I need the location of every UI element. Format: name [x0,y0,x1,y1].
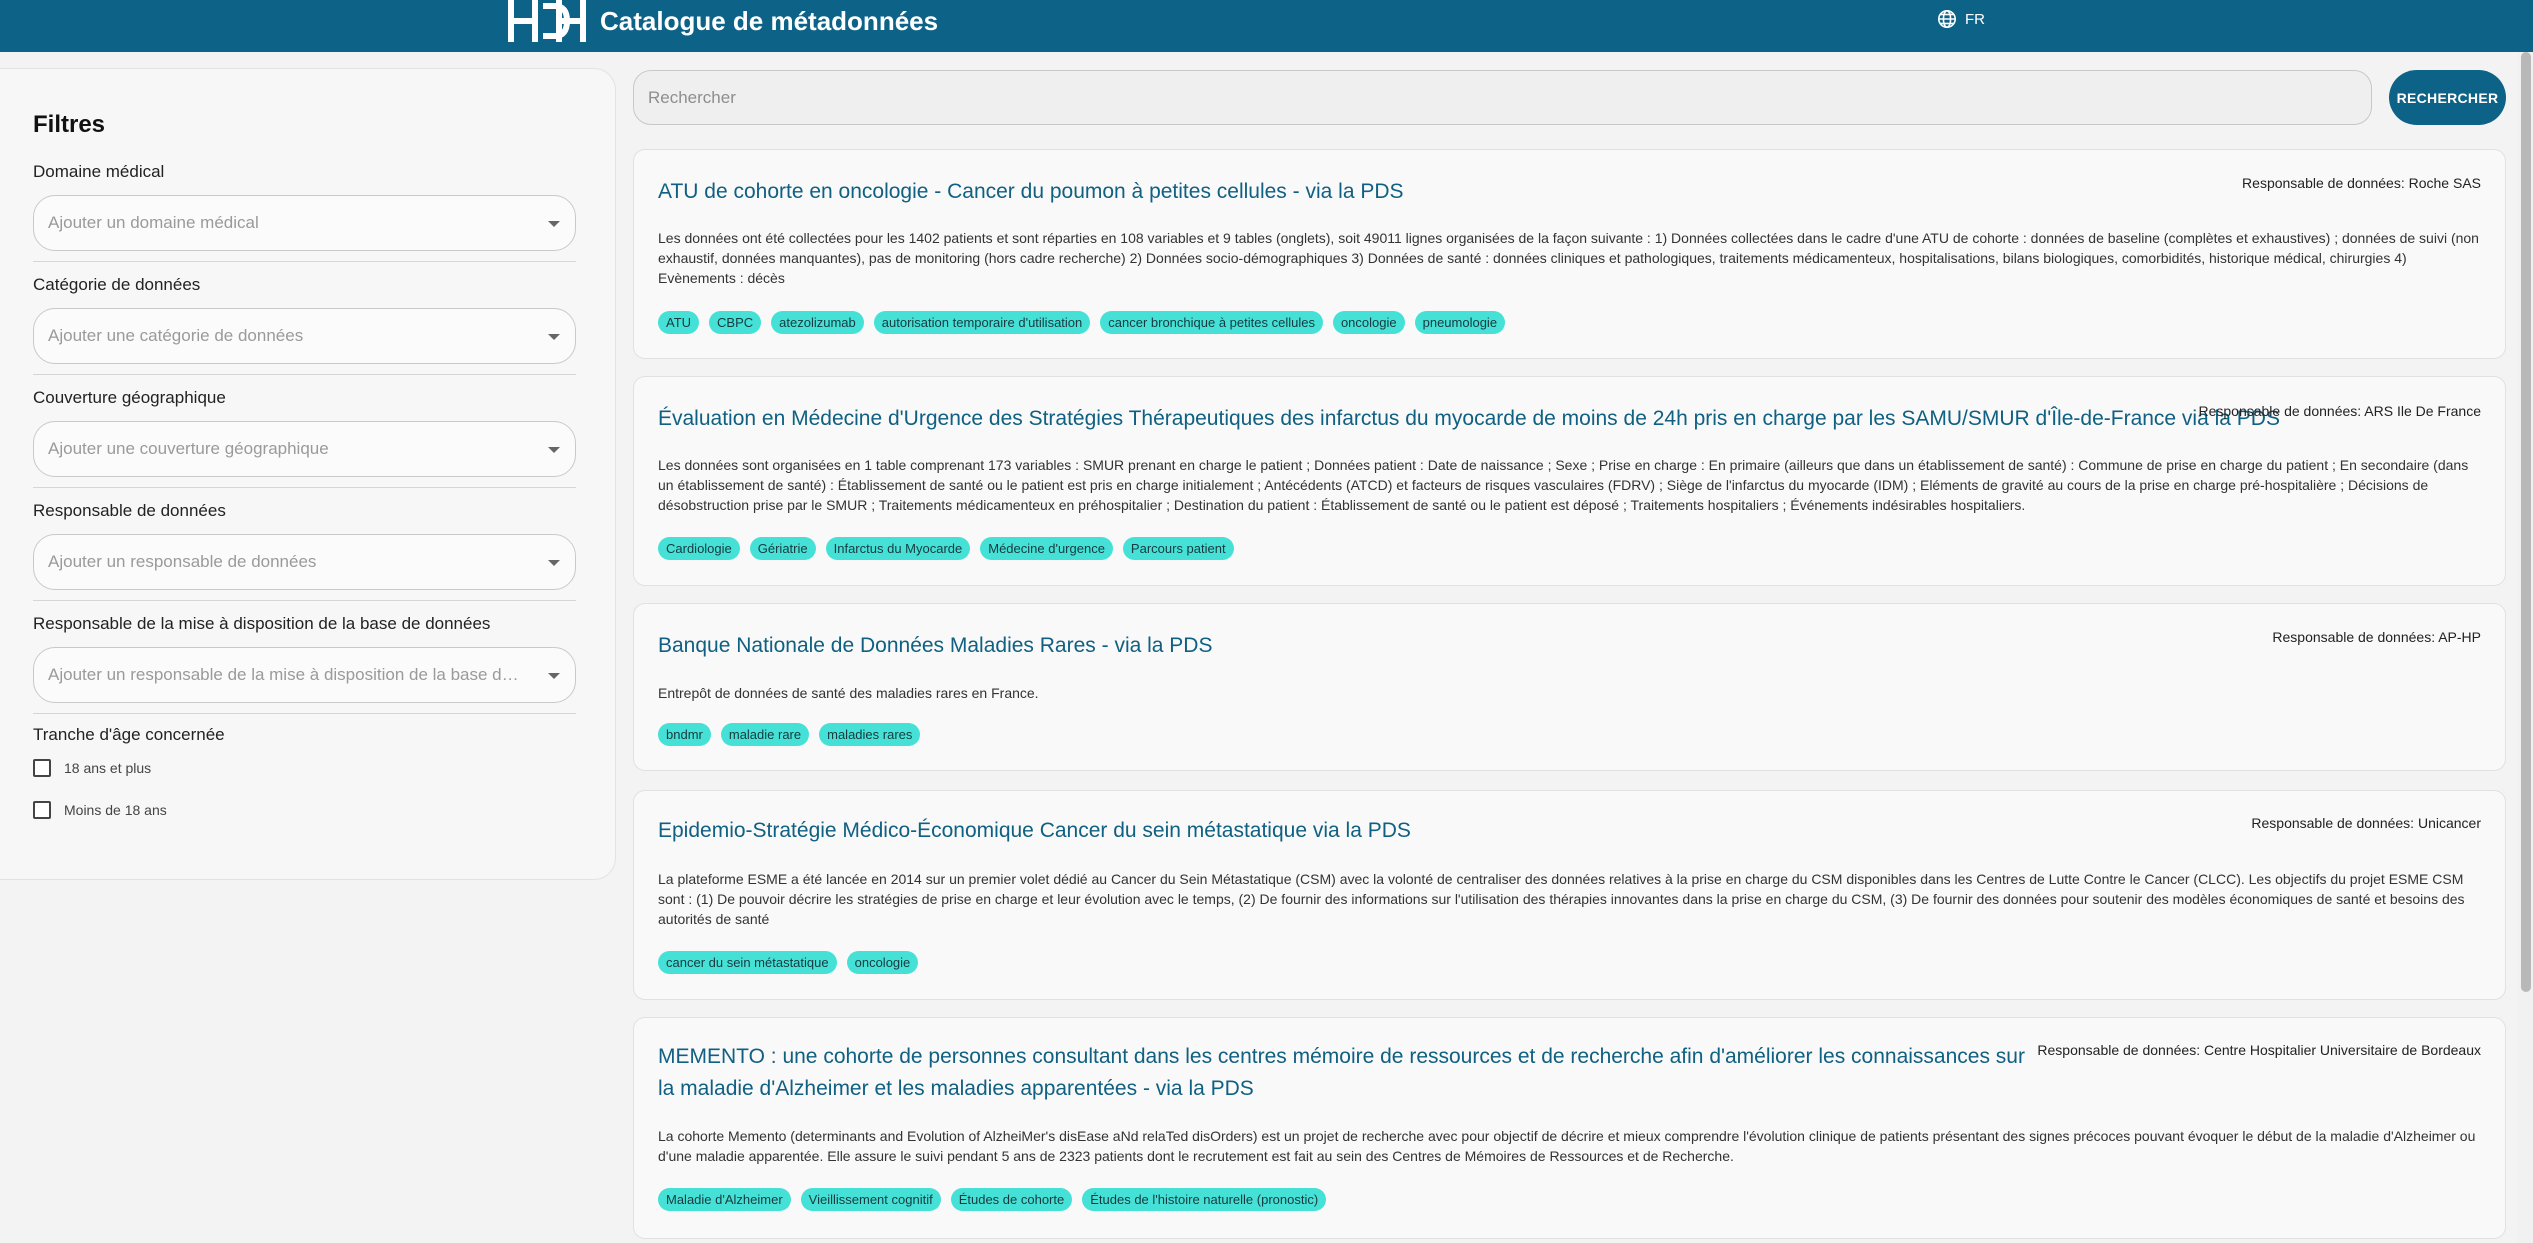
select-placeholder: Ajouter une catégorie de données [48,326,304,345]
result-card[interactable]: ATU de cohorte en oncologie - Cancer du … [633,149,2506,359]
select-placeholder: Ajouter un domaine médical [48,213,259,232]
tag[interactable]: Cardiologie [658,537,740,560]
age-option-label: 18 ans et plus [64,760,152,776]
tag[interactable]: oncologie [1332,311,1405,334]
result-tags: Maladie d'Alzheimer Vieillissement cogni… [658,1188,1327,1211]
caret-down-icon [548,221,560,227]
search-input[interactable] [634,71,2371,124]
tag[interactable]: CBPC [709,311,762,334]
result-title[interactable]: Évaluation en Médecine d'Urgence des Str… [658,403,2280,435]
select-placeholder: Ajouter un responsable de la mise à disp… [48,665,528,684]
tag[interactable]: Infarctus du Myocarde [825,537,971,560]
checkbox[interactable] [33,801,51,819]
result-title[interactable]: Epidemio-Stratégie Médico-Économique Can… [658,815,1411,847]
database-provider-select[interactable]: Ajouter un responsable de la mise à disp… [33,647,576,703]
caret-down-icon [548,447,560,453]
filter-label: Responsable de la mise à disposition de … [33,614,491,633]
select-placeholder: Ajouter une couverture géographique [48,439,329,458]
divider [33,487,576,488]
tag[interactable]: Études de l'histoire naturelle (pronosti… [1082,1188,1327,1211]
result-tags: ATU CBPC atezolizumab autorisation tempo… [658,311,1506,334]
geographic-coverage-select[interactable]: Ajouter une couverture géographique [33,421,576,477]
divider [33,600,576,601]
result-tags: bndmr maladie rare maladies rares [658,723,921,746]
search-button[interactable]: RECHERCHER [2389,70,2506,125]
tag[interactable]: pneumologie [1414,311,1506,334]
data-owner-select[interactable]: Ajouter un responsable de données [33,534,576,590]
filter-data-category: Catégorie de données Ajouter une catégor… [33,274,576,375]
age-option-adult[interactable]: 18 ans et plus [33,759,151,777]
tag[interactable]: Vieillissement cognitif [800,1188,941,1211]
result-tags: Cardiologie Gériatrie Infarctus du Myoca… [658,537,1234,560]
divider [33,713,576,714]
tag[interactable]: cancer du sein métastatique [658,951,837,974]
age-option-label: Moins de 18 ans [64,802,167,818]
filter-database-provider: Responsable de la mise à disposition de … [33,613,576,714]
hdh-logo[interactable] [505,0,589,42]
tag[interactable]: cancer bronchique à petites cellules [1100,311,1323,334]
filter-data-owner: Responsable de données Ajouter un respon… [33,500,576,601]
medical-domain-select[interactable]: Ajouter un domaine médical [33,195,576,251]
result-card[interactable]: Banque Nationale de Données Maladies Rar… [633,603,2506,771]
caret-down-icon [548,673,560,679]
tag[interactable]: maladie rare [720,723,810,746]
result-card[interactable]: MEMENTO : une cohorte de personnes consu… [633,1017,2506,1239]
checkbox[interactable] [33,759,51,777]
filter-label: Domaine médical [33,162,165,181]
divider [33,261,576,262]
data-category-select[interactable]: Ajouter une catégorie de données [33,308,576,364]
result-tags: cancer du sein métastatique oncologie [658,951,919,974]
tag[interactable]: autorisation temporaire d'utilisation [873,311,1091,334]
top-bar: Catalogue de métadonnées FR [0,0,2533,52]
caret-down-icon [548,334,560,340]
result-title[interactable]: Banque Nationale de Données Maladies Rar… [658,630,1212,662]
tag[interactable]: Études de cohorte [950,1188,1073,1211]
globe-icon [1938,10,1956,28]
result-data-owner: Responsable de données: Roche SAS [2242,175,2481,191]
tag[interactable]: maladies rares [819,723,921,746]
result-title[interactable]: ATU de cohorte en oncologie - Cancer du … [658,176,1404,208]
select-placeholder: Ajouter un responsable de données [48,552,317,571]
language-label: FR [1965,10,1985,28]
result-card[interactable]: Epidemio-Stratégie Médico-Économique Can… [633,790,2506,1000]
result-description: La plateforme ESME a été lancée en 2014 … [658,871,2465,927]
divider [33,374,576,375]
result-description: Les données ont été collectées pour les … [658,230,2479,286]
age-range-title: Tranche d'âge concernée [33,725,225,744]
result-data-owner: Responsable de données: AP-HP [2272,629,2481,645]
tag[interactable]: Parcours patient [1122,537,1234,560]
filter-label: Catégorie de données [33,275,201,294]
result-card[interactable]: Évaluation en Médecine d'Urgence des Str… [633,376,2506,586]
search-field[interactable] [633,70,2372,125]
age-option-minor[interactable]: Moins de 18 ans [33,801,167,819]
result-description: Les données sont organisées en 1 table c… [658,457,2469,513]
caret-down-icon [548,560,560,566]
tag[interactable]: Gériatrie [749,537,816,560]
language-selector[interactable]: FR [1937,9,1985,29]
tag[interactable]: oncologie [846,951,919,974]
filter-label: Responsable de données [33,501,226,520]
filters-panel: Filtres Domaine médical Ajouter un domai… [0,68,616,880]
tag[interactable]: ATU [658,311,700,334]
app-title: Catalogue de métadonnées [600,6,939,36]
result-description: La cohorte Memento (determinants and Evo… [658,1128,2476,1164]
scrollbar-thumb[interactable] [2521,52,2531,992]
filter-label: Couverture géographique [33,388,226,407]
page-scrollbar[interactable] [2518,52,2533,1243]
tag[interactable]: Maladie d'Alzheimer [658,1188,791,1211]
filters-title: Filtres [33,111,106,138]
tag[interactable]: bndmr [658,723,711,746]
tag[interactable]: Médecine d'urgence [980,537,1113,560]
result-data-owner: Responsable de données: Centre Hospitali… [2037,1042,2481,1058]
tag[interactable]: atezolizumab [771,311,864,334]
result-description: Entrepôt de données de santé des maladie… [658,685,1039,701]
result-data-owner: Responsable de données: Unicancer [2251,815,2481,831]
filter-geographic-coverage: Couverture géographique Ajouter une couv… [33,387,576,488]
result-data-owner: Responsable de données: ARS Ile De Franc… [2198,403,2481,419]
result-title[interactable]: MEMENTO : une cohorte de personnes consu… [658,1041,2038,1105]
filter-medical-domain: Domaine médical Ajouter un domaine médic… [33,161,576,262]
